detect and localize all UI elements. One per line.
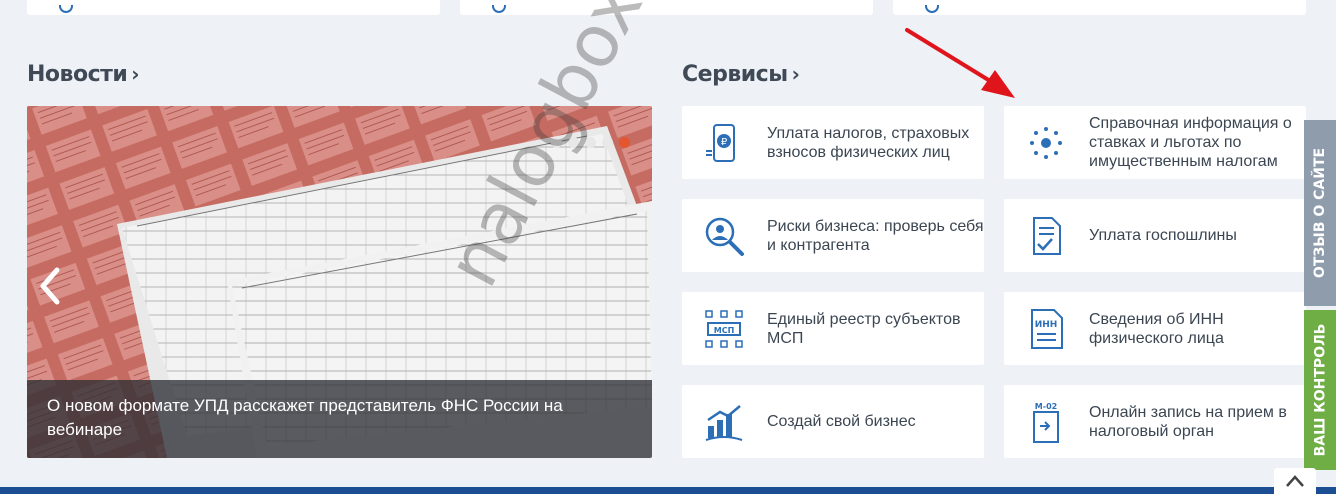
news-section-title[interactable]: Новости › [27, 62, 140, 87]
service-label: Риски бизнеса: проверь себя и контрагент… [767, 217, 984, 254]
chevron-up-icon [1286, 475, 1304, 487]
service-online-appointment[interactable]: М-02 Онлайн запись на прием в налоговый … [1004, 385, 1306, 458]
top-card-3[interactable] [893, 0, 1306, 15]
location-icon [59, 5, 73, 13]
chevron-left-icon [40, 267, 60, 305]
service-state-duty[interactable]: Уплата госпошлины [1004, 199, 1306, 272]
service-label: Справочная информация о ставках и льгота… [1089, 115, 1292, 170]
top-card-1[interactable] [27, 0, 440, 15]
scroll-top-button[interactable] [1274, 468, 1316, 494]
service-inn-info[interactable]: ИНН Сведения об ИНН физического лица [1004, 292, 1306, 365]
control-tab-label: ВАШ КОНТРОЛЬ [1312, 323, 1328, 457]
service-label: Сведения об ИНН физического лица [1089, 310, 1224, 347]
globe-icon [492, 5, 506, 13]
emblem-icon [1024, 121, 1068, 165]
slider-dot[interactable] [585, 137, 596, 148]
footer-bar [0, 487, 1336, 494]
slider-prev-button[interactable] [37, 266, 63, 306]
svg-text:ИНН: ИНН [1035, 320, 1058, 330]
slider-dot[interactable] [551, 137, 562, 148]
svg-text:МСП: МСП [714, 326, 735, 335]
building-icon [925, 5, 939, 13]
services-section-title[interactable]: Сервисы › [682, 62, 800, 87]
news-title-text: Новости [27, 62, 128, 87]
slider-dots [551, 137, 630, 148]
news-slider[interactable]: О новом формате УПД расскажет представит… [27, 106, 652, 458]
svg-text:₽: ₽ [721, 137, 728, 148]
service-label: Уплата госпошлины [1089, 227, 1237, 244]
door-entry-icon: М-02 [1024, 400, 1068, 444]
svg-text:М-02: М-02 [1035, 402, 1057, 411]
slider-dot[interactable] [602, 137, 613, 148]
service-msp-registry[interactable]: МСП Единый реестр субъектов МСП [682, 292, 984, 365]
service-label: Онлайн запись на прием в налоговый орган [1089, 403, 1287, 440]
document-check-icon [1024, 214, 1068, 258]
service-label: Уплата налогов, страховых взносов физиче… [767, 124, 970, 161]
news-slide-caption[interactable]: О новом формате УПД расскажет представит… [27, 380, 652, 458]
slider-dot-active[interactable] [619, 137, 630, 148]
magnifier-person-icon [702, 214, 746, 258]
service-business-risks[interactable]: Риски бизнеса: проверь себя и контрагент… [682, 199, 984, 272]
feedback-tab-label: ОТЗЫВ О САЙТЕ [1312, 147, 1329, 279]
red-arrow-annotation [905, 28, 1015, 98]
slider-dot[interactable] [568, 137, 579, 148]
top-card-2[interactable] [460, 0, 873, 15]
growth-chart-icon [702, 400, 746, 444]
services-title-text: Сервисы [682, 62, 788, 87]
ruble-phone-icon: ₽ [702, 121, 746, 165]
service-property-tax-info[interactable]: Справочная информация о ставках и льгота… [1004, 106, 1306, 179]
your-control-tab[interactable]: ВАШ КОНТРОЛЬ [1304, 310, 1336, 470]
service-label: Создай свой бизнес [767, 413, 916, 430]
service-start-business[interactable]: Создай свой бизнес [682, 385, 984, 458]
chevron-right-icon: › [791, 62, 800, 86]
service-tax-payment-individuals[interactable]: ₽ Уплата налогов, страховых взносов физи… [682, 106, 984, 179]
service-label: Единый реестр субъектов МСП [767, 310, 961, 347]
msp-registry-icon: МСП [702, 307, 746, 351]
site-feedback-tab[interactable]: ОТЗЫВ О САЙТЕ [1304, 120, 1336, 306]
chevron-right-icon: › [131, 62, 140, 86]
inn-document-icon: ИНН [1024, 307, 1068, 351]
